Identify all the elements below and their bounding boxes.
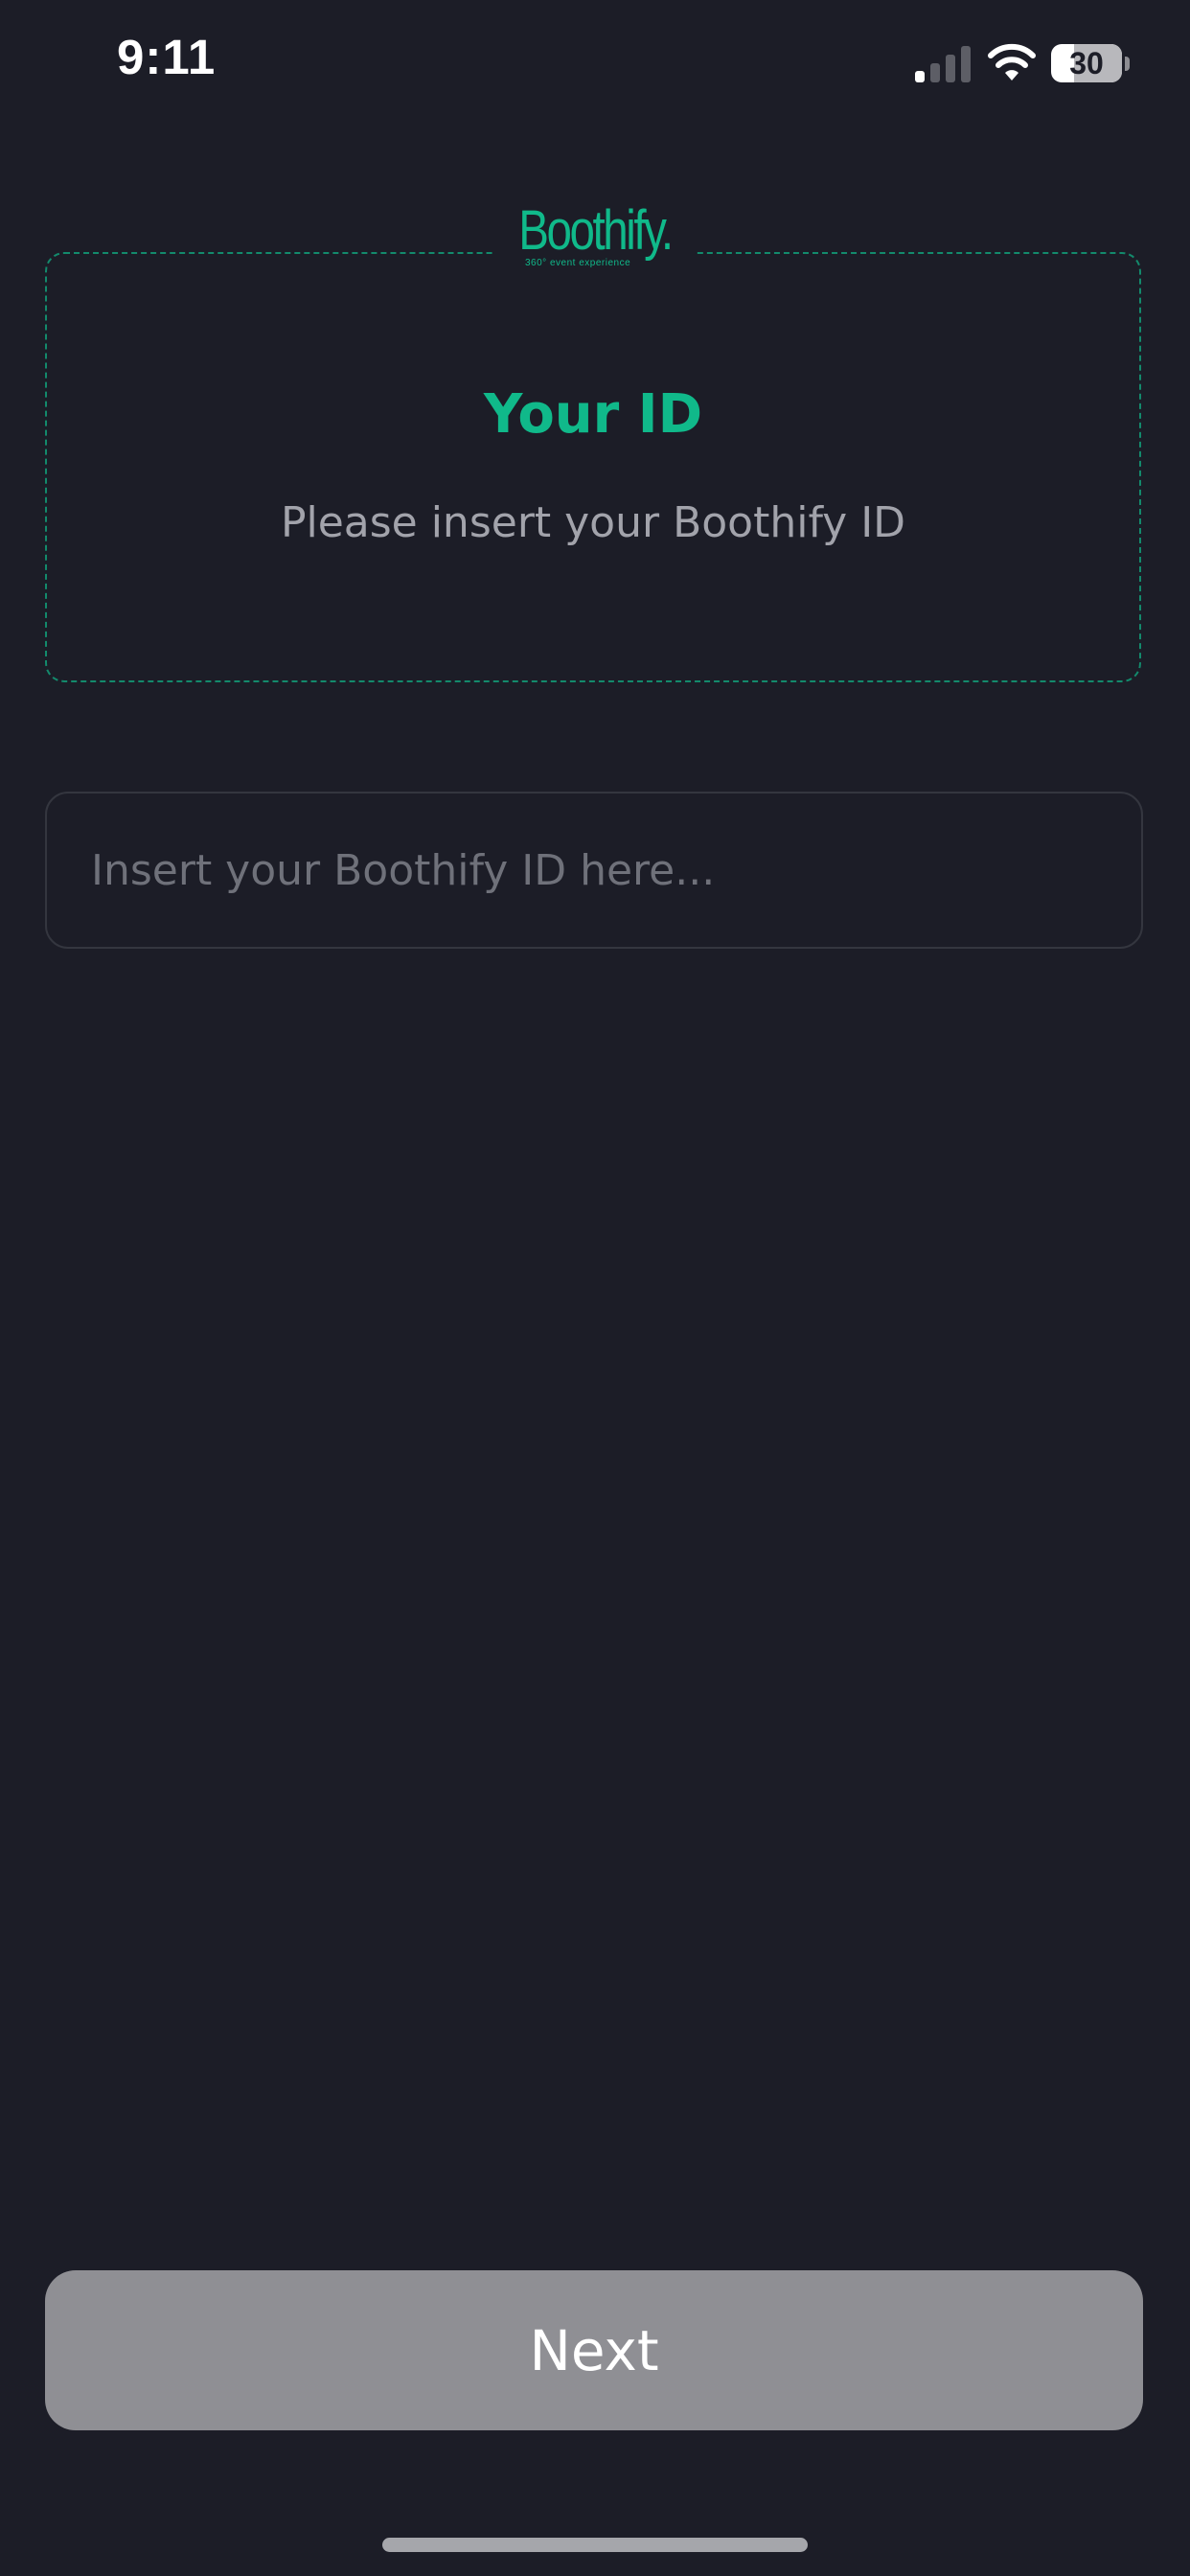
- wifi-icon: [988, 43, 1036, 80]
- boothify-logo: Boothify. 360° event experience: [494, 196, 696, 283]
- boothify-id-input[interactable]: [45, 792, 1143, 949]
- battery-icon: 30: [1051, 44, 1130, 84]
- logo-wordmark: Boothify.: [518, 199, 674, 262]
- battery-percent: 30: [1069, 46, 1104, 80]
- page-title: Your ID: [483, 383, 703, 446]
- signal-icon: [915, 46, 971, 82]
- status-bar: 9:11 30: [0, 0, 1190, 126]
- status-time: 9:11: [117, 30, 217, 84]
- home-indicator[interactable]: [382, 2538, 808, 2552]
- next-button[interactable]: Next: [45, 2270, 1143, 2430]
- id-info-card: [45, 252, 1141, 682]
- page-subtitle: Please insert your Boothify ID: [280, 498, 906, 547]
